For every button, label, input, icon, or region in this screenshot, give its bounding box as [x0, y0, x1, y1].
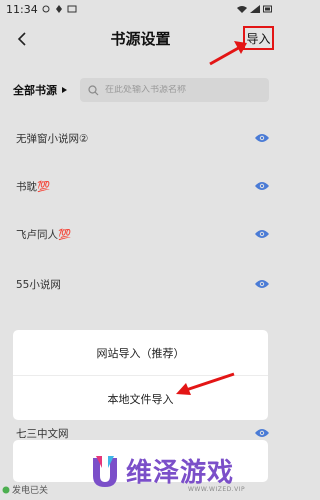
source-name: 书耽💯	[16, 181, 51, 193]
eye-icon[interactable]	[254, 181, 270, 191]
source-row[interactable]: 七三中文网	[0, 420, 281, 441]
status-left: 11:34	[6, 3, 77, 16]
website-import-option[interactable]: 网站导入（推荐）	[13, 330, 268, 375]
leaf-icon	[2, 486, 10, 493]
mail-status-icon	[67, 5, 77, 13]
import-options-sheet: 网站导入（推荐） 本地文件导入	[13, 330, 268, 420]
source-name: 七三中文网	[16, 428, 69, 440]
sync-status-icon	[42, 5, 50, 13]
wifi-icon	[237, 6, 247, 13]
search-icon	[88, 84, 99, 95]
battery-icon	[263, 5, 272, 13]
footer-text: 发电已关	[12, 486, 49, 496]
watermark-logo-icon	[93, 456, 117, 487]
page-title: 书源设置	[110, 30, 171, 48]
source-filter-dropdown[interactable]: 全部书源	[13, 82, 67, 98]
location-status-icon	[55, 5, 62, 13]
signal-icon	[250, 5, 260, 13]
caret-right-icon	[62, 87, 67, 93]
status-time: 11:34	[6, 2, 38, 16]
eye-icon[interactable]	[254, 279, 270, 289]
eye-icon[interactable]	[254, 133, 270, 143]
source-name: 飞卢同人💯	[16, 229, 72, 241]
status-right	[237, 5, 273, 13]
watermark-sub: WWW.WIZED.VIP	[188, 486, 246, 493]
import-button[interactable]: 导入	[243, 26, 274, 50]
source-row[interactable]: 55小说网	[0, 262, 281, 308]
local-file-import-option[interactable]: 本地文件导入	[13, 376, 268, 421]
filter-row: 全部书源	[0, 78, 281, 104]
status-bar: 11:34	[0, 0, 281, 18]
eye-icon[interactable]	[254, 428, 270, 438]
search-box[interactable]	[80, 78, 269, 102]
watermark-text: 维泽游戏	[126, 458, 235, 488]
watermark: 维泽游戏 WWW.WIZED.VIP	[90, 450, 275, 498]
source-name: 无弹窗小说网②	[16, 133, 89, 145]
footer-fragment: 发电已关	[2, 483, 48, 496]
source-row[interactable]: 书耽💯	[0, 164, 281, 210]
source-row[interactable]: 无弹窗小说网②	[0, 116, 281, 162]
source-row[interactable]: 飞卢同人💯	[0, 212, 281, 258]
source-filter-label: 全部书源	[13, 84, 57, 97]
app-header: 书源设置 导入	[0, 18, 281, 60]
search-input[interactable]	[105, 85, 255, 95]
source-name: 55小说网	[16, 279, 61, 291]
eye-icon[interactable]	[254, 229, 270, 239]
